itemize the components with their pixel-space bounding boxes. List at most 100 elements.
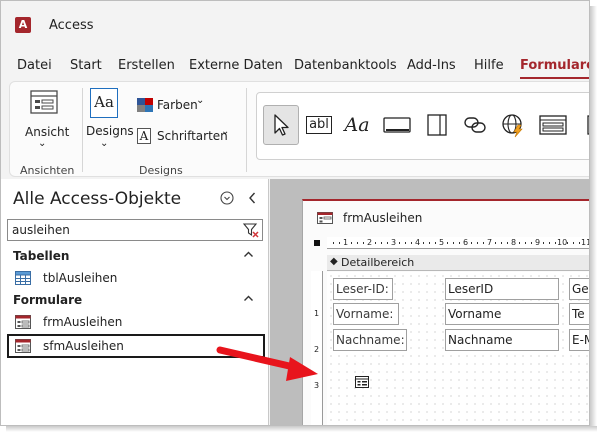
window-shadow [6, 426, 597, 432]
detail-section-bar[interactable]: ◆ Detailbereich [327, 255, 589, 271]
nav-item-tblausleihen[interactable]: tblAusleihen [7, 267, 265, 289]
ruler-number: 9 [535, 238, 541, 247]
group-label-themes: Designs [139, 164, 183, 177]
textbox-partial[interactable]: Ge [569, 278, 589, 300]
ribbon-separator [246, 88, 247, 172]
textbox-icon: abl [306, 116, 332, 134]
nav-section-tables[interactable]: Tabellen [1, 245, 269, 267]
button-icon [383, 117, 411, 133]
ruler-number: 2 [314, 345, 320, 354]
access-logo-icon: A [15, 17, 31, 33]
clear-filter-icon[interactable] [242, 221, 260, 239]
selector-square-icon [314, 240, 320, 246]
nav-section-label: Tabellen [13, 249, 70, 263]
tab-add-ins[interactable]: Add-Ins [407, 58, 456, 73]
nav-item-sfmausleihen[interactable]: sfmAusleihen [7, 334, 265, 358]
title-bar: A Access [1, 1, 589, 47]
themes-icon: Aa [94, 93, 114, 111]
tab-start[interactable]: Start [70, 58, 102, 73]
textbox-partial[interactable]: E-M [569, 329, 589, 351]
active-tab-indicator [520, 77, 589, 79]
fonts-icon: A [137, 128, 151, 144]
dragged-form-icon [355, 376, 369, 388]
navigation-control-icon [539, 115, 567, 135]
ruler-number: 6 [463, 238, 469, 247]
ruler-number: 3 [314, 381, 320, 390]
link-icon [464, 117, 486, 133]
nav-item-label: sfmAusleihen [43, 339, 124, 353]
tab-control-icon [427, 114, 447, 136]
form-icon [15, 315, 31, 329]
ruler-number: 10 [557, 238, 568, 247]
horizontal-ruler: 1 2 3 4 5 6 7 8 9 10 11 [327, 237, 589, 249]
colors-icon [137, 98, 153, 115]
pointer-icon [274, 114, 289, 136]
themes-button[interactable]: Aa [90, 88, 118, 118]
tab-formularentwurf[interactable]: Formularent [520, 58, 589, 73]
tab-erstellen[interactable]: Erstellen [118, 58, 175, 73]
ruler-number: 5 [439, 238, 445, 247]
navigation-control-tool[interactable] [535, 105, 571, 145]
form-tab-title: frmAusleihen [343, 211, 423, 225]
view-button-label: Ansicht [25, 125, 70, 139]
vertical-ruler: 1 2 3 [311, 271, 323, 425]
detail-section-grid[interactable]: Leser-ID: LeserID Ge Vorname: Vorname Te… [327, 272, 589, 425]
ruler-number: 8 [511, 238, 517, 247]
textbox-partial[interactable]: Te [569, 303, 589, 325]
partial-control-icon [587, 115, 589, 135]
form-icon [15, 339, 31, 353]
chevron-down-icon[interactable]: ⌄ [100, 138, 108, 149]
nav-item-label: frmAusleihen [43, 315, 123, 329]
themes-button-label: Designs [86, 124, 134, 138]
nav-item-frmausleihen[interactable]: frmAusleihen [7, 311, 265, 333]
section-arrow-icon: ◆ [330, 256, 338, 267]
chevron-up-icon [244, 295, 253, 301]
chevron-down-icon[interactable]: ⌄ [221, 126, 229, 137]
textbox-vorname[interactable]: Vorname [445, 303, 559, 325]
tab-control-tool[interactable] [419, 105, 455, 145]
label-leser-id[interactable]: Leser-ID: [333, 278, 393, 300]
globe-icon [502, 114, 523, 138]
label-vorname[interactable]: Vorname: [333, 303, 399, 325]
chevron-down-icon[interactable]: ⌄ [38, 138, 46, 149]
chevron-up-icon [244, 251, 253, 257]
group-label-views: Ansichten [20, 164, 75, 177]
ribbon-tab-bar: Datei Start Erstellen Externe Daten Date… [1, 55, 589, 79]
view-button[interactable] [30, 90, 58, 119]
window-shadow [590, 6, 597, 432]
chevron-down-icon[interactable]: ⌄ [196, 95, 204, 106]
nav-section-label: Formulare [13, 293, 83, 307]
tab-externe-daten[interactable]: Externe Daten [189, 58, 283, 73]
select-tool[interactable] [263, 105, 299, 145]
nav-search-value: ausleihen [12, 223, 70, 237]
chevron-left-icon [249, 192, 256, 204]
access-window: A Access Datei Start Erstellen Externe D… [0, 0, 590, 426]
tab-hilfe[interactable]: Hilfe [474, 58, 504, 73]
button-tool[interactable] [379, 105, 415, 145]
navigation-pane-title: Alle Access-Objekte [13, 189, 182, 209]
textbox-nachname[interactable]: Nachname [445, 329, 559, 351]
ruler-number: 2 [367, 238, 373, 247]
colors-button[interactable]: Farben [157, 98, 198, 112]
tab-datenbanktools[interactable]: Datenbanktools [294, 58, 397, 73]
textbox-tool[interactable]: abl [301, 105, 337, 145]
label-tool[interactable]: Aa [339, 105, 375, 145]
fonts-button[interactable]: Schriftarten [157, 129, 228, 143]
hyperlink-tool[interactable] [457, 105, 493, 145]
nav-menu-button[interactable] [218, 189, 236, 207]
nav-search-input[interactable]: ausleihen [7, 219, 263, 241]
more-controls-tool[interactable] [575, 105, 589, 145]
detail-section-label: Detailbereich [341, 256, 415, 269]
form-selector[interactable] [311, 237, 323, 249]
form-design-window: frmAusleihen 1 2 3 4 5 6 7 8 9 10 1 ◆ De… [302, 199, 589, 425]
label-nachname[interactable]: Nachname: [333, 329, 407, 351]
textbox-leserid[interactable]: LeserID [445, 278, 559, 300]
ribbon: Ansicht ⌄ Ansichten Aa Designs ⌄ Farben … [9, 81, 589, 177]
ruler-number: 7 [487, 238, 493, 247]
ruler-number: 11 [581, 238, 589, 247]
tab-datei[interactable]: Datei [17, 58, 52, 73]
web-browser-tool[interactable] [495, 105, 531, 145]
nav-collapse-button[interactable] [243, 189, 261, 207]
ruler-number: 1 [343, 238, 349, 247]
nav-section-forms[interactable]: Formulare [1, 289, 269, 311]
